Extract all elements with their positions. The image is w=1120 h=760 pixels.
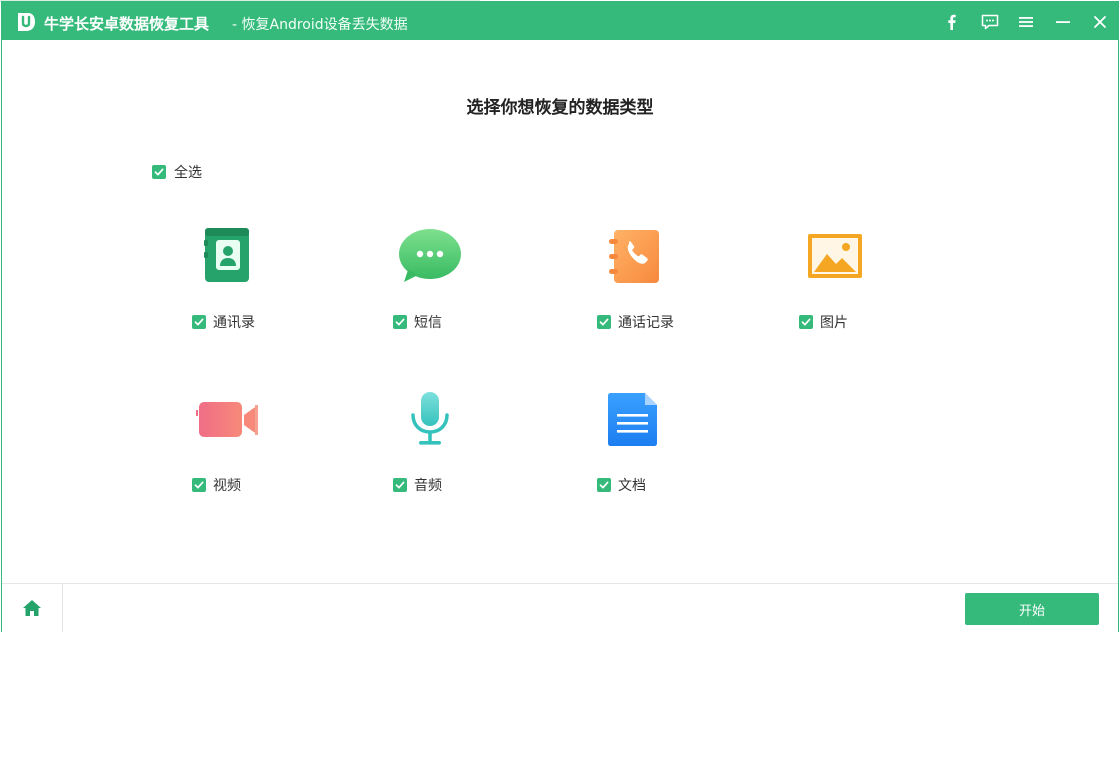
check-icon [395, 481, 405, 489]
data-type-call-log[interactable]: 通话记录 [567, 222, 707, 352]
facebook-icon [948, 14, 956, 30]
check-icon [194, 318, 204, 326]
document-checkbox-row[interactable]: 文档 [597, 475, 646, 495]
data-type-photos[interactable]: 图片 [772, 222, 912, 352]
check-icon [801, 318, 811, 326]
close-button[interactable] [1087, 9, 1113, 35]
data-type-audio[interactable]: 音频 [364, 385, 504, 515]
minimize-icon [1056, 21, 1070, 23]
photos-icon [808, 234, 862, 278]
messages-icon [399, 229, 461, 282]
data-type-document[interactable]: 文档 [567, 385, 707, 515]
messages-label: 短信 [414, 315, 442, 331]
app-window: 牛学长安卓数据恢复工具 - 恢复Android设备丢失数据 选择你想恢复的数据类… [1, 1, 1119, 632]
data-type-contacts[interactable]: 通讯录 [162, 222, 302, 352]
call-log-checkbox[interactable] [597, 315, 611, 329]
check-icon [395, 318, 405, 326]
photos-label: 图片 [820, 315, 848, 331]
app-subtitle: - 恢复Android设备丢失数据 [232, 17, 408, 33]
start-button[interactable]: 开始 [965, 593, 1099, 625]
data-type-video[interactable]: 视频 [162, 385, 302, 515]
photos-checkbox[interactable] [799, 315, 813, 329]
home-icon [23, 600, 41, 616]
contacts-checkbox[interactable] [192, 315, 206, 329]
select-all-checkbox[interactable] [152, 165, 166, 179]
app-logo-icon [18, 13, 35, 31]
audio-label: 音频 [414, 478, 442, 494]
facebook-button[interactable] [939, 9, 965, 35]
select-all-label: 全选 [174, 165, 202, 181]
select-all-checkbox-row[interactable]: 全选 [152, 162, 202, 182]
home-button[interactable] [2, 584, 63, 632]
video-label: 视频 [213, 478, 241, 494]
minimize-button[interactable] [1050, 9, 1076, 35]
check-icon [599, 481, 609, 489]
call-log-icon [609, 230, 659, 283]
title-bar[interactable]: 牛学长安卓数据恢复工具 - 恢复Android设备丢失数据 [2, 2, 1118, 40]
audio-checkbox-row[interactable]: 音频 [393, 475, 442, 495]
data-type-messages[interactable]: 短信 [364, 222, 504, 352]
menu-icon [1019, 17, 1033, 27]
page-heading: 选择你想恢复的数据类型 [466, 98, 654, 118]
contacts-icon [204, 228, 249, 282]
check-icon [194, 481, 204, 489]
video-icon [196, 402, 258, 437]
video-checkbox[interactable] [192, 478, 206, 492]
document-icon [608, 393, 657, 446]
audio-checkbox[interactable] [393, 478, 407, 492]
call-log-checkbox-row[interactable]: 通话记录 [597, 312, 674, 332]
check-icon [154, 168, 164, 176]
feedback-button[interactable] [977, 9, 1003, 35]
footer-bar: 开始 [2, 583, 1118, 632]
photos-checkbox-row[interactable]: 图片 [799, 312, 848, 332]
document-label: 文档 [618, 478, 646, 494]
messages-checkbox[interactable] [393, 315, 407, 329]
call-log-label: 通话记录 [618, 315, 674, 331]
check-icon [599, 318, 609, 326]
audio-icon [411, 392, 449, 445]
contacts-label: 通讯录 [213, 315, 255, 331]
feedback-icon [981, 14, 999, 30]
close-icon [1094, 16, 1106, 28]
messages-checkbox-row[interactable]: 短信 [393, 312, 442, 332]
video-checkbox-row[interactable]: 视频 [192, 475, 241, 495]
app-title: 牛学长安卓数据恢复工具 [44, 15, 210, 33]
menu-button[interactable] [1013, 9, 1039, 35]
document-checkbox[interactable] [597, 478, 611, 492]
contacts-checkbox-row[interactable]: 通讯录 [192, 312, 255, 332]
